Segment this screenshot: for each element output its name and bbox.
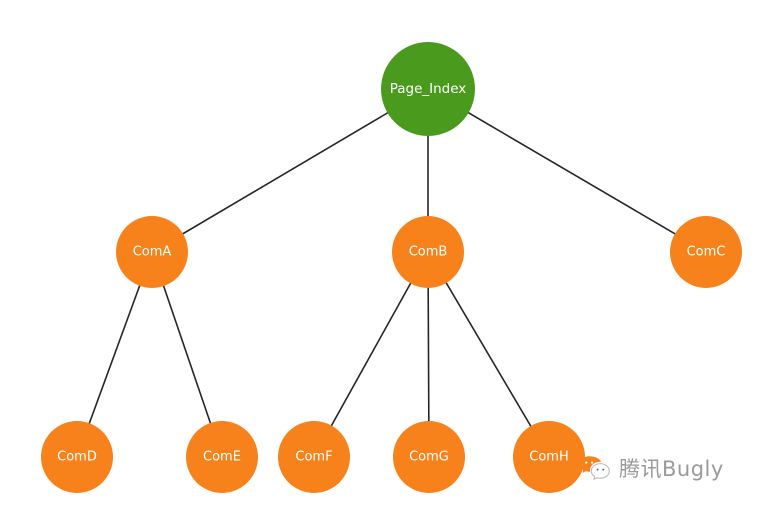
node-circle[interactable] — [392, 216, 464, 288]
node-page_index[interactable]: Page_Index — [381, 42, 475, 136]
node-circle[interactable] — [41, 421, 113, 493]
diagram-canvas: Page_Index ComA ComB ComC ComD ComE ComF ComG Co… — [0, 0, 758, 510]
node-circle[interactable] — [381, 42, 475, 136]
node-comh[interactable]: ComH — [513, 421, 585, 493]
node-circle[interactable] — [393, 421, 465, 493]
watermark-label: 腾讯Bugly — [619, 456, 724, 481]
edge-page_index-to-comc — [427, 88, 707, 253]
edge-page_index-to-coma — [151, 88, 429, 253]
node-come[interactable]: ComE — [186, 421, 258, 493]
node-circle[interactable] — [513, 421, 585, 493]
node-comc[interactable]: ComC — [670, 216, 742, 288]
node-comf[interactable]: ComF — [278, 421, 350, 493]
node-circle[interactable] — [670, 216, 742, 288]
watermark: 腾讯Bugly — [578, 450, 724, 488]
node-comd[interactable]: ComD — [41, 421, 113, 493]
node-circle[interactable] — [116, 216, 188, 288]
node-comb[interactable]: ComB — [392, 216, 464, 288]
node-circle[interactable] — [186, 421, 258, 493]
node-comg[interactable]: ComG — [393, 421, 465, 493]
nodes-layer: Page_Index ComA ComB ComC ComD ComE ComF ComG Co… — [41, 42, 742, 493]
node-circle[interactable] — [278, 421, 350, 493]
component-tree-graph: Page_Index ComA ComB ComC ComD ComE ComF ComG Co… — [41, 42, 742, 493]
node-coma[interactable]: ComA — [116, 216, 188, 288]
wechat-bubbles-icon — [579, 456, 610, 481]
